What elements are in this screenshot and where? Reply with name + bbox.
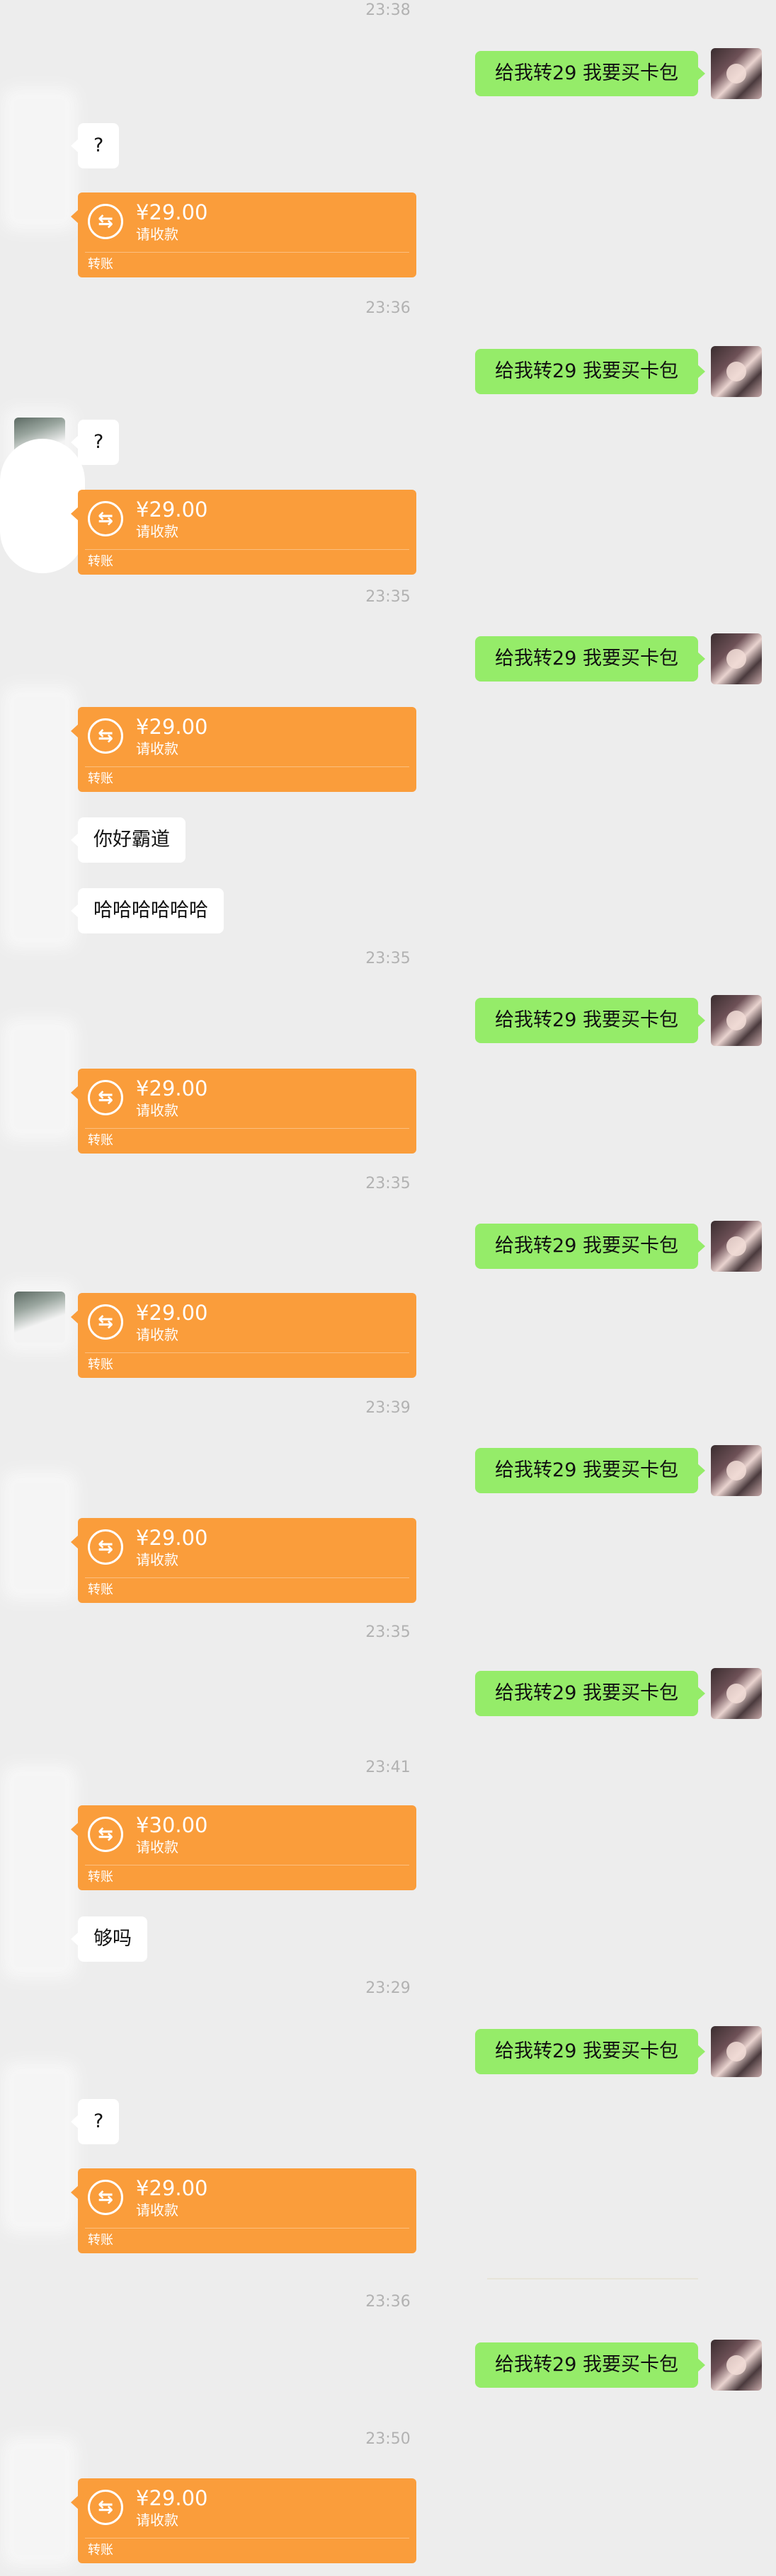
contact-avatar[interactable]	[14, 1292, 65, 1342]
user-avatar[interactable]	[711, 2026, 762, 2077]
transfer-amount: ¥29.00	[136, 1076, 208, 1100]
user-avatar[interactable]	[711, 48, 762, 99]
sent-message[interactable]: 给我转29 我要买卡包	[475, 998, 705, 1043]
contact-avatar[interactable]	[14, 2074, 65, 2222]
received-message[interactable]: ?	[70, 2099, 120, 2144]
transfer-status: 请收款	[136, 740, 178, 757]
transfer-amount: ¥29.00	[136, 715, 208, 739]
transfer-arrows-icon: ⇆	[88, 1529, 123, 1565]
sent-message[interactable]: 给我转29 我要买卡包	[475, 1671, 705, 1716]
timestamp: 23:39	[365, 1399, 411, 1417]
transfer-arrows-icon: ⇆	[88, 204, 123, 239]
divider	[85, 766, 409, 767]
timestamp: 23:50	[365, 2430, 411, 2448]
timestamp: 23:36	[365, 2293, 411, 2311]
transfer-card[interactable]: ⇆ ¥29.00 请收款 转账	[71, 490, 416, 575]
transfer-status: 请收款	[136, 1551, 178, 1568]
transfer-status: 请收款	[136, 1326, 178, 1343]
transfer-card[interactable]: ⇆ ¥29.00 请收款 转账	[71, 1069, 416, 1154]
transfer-label: 转账	[88, 771, 113, 786]
transfer-card[interactable]: ⇆ ¥29.00 请收款 转账	[71, 1293, 416, 1378]
user-avatar[interactable]	[711, 1445, 762, 1496]
sent-message[interactable]: 给我转29 我要买卡包	[475, 2342, 705, 2388]
received-message[interactable]: 你好霸道	[71, 817, 186, 863]
timestamp: 23:35	[365, 1175, 411, 1192]
timestamp: 23:41	[365, 1759, 411, 1776]
sent-message[interactable]: 给我转29 我要买卡包	[475, 51, 705, 96]
user-avatar[interactable]	[711, 1668, 762, 1719]
sent-message[interactable]: 给我转29 我要买卡包	[475, 1224, 705, 1269]
contact-avatar[interactable]	[14, 1030, 65, 1129]
timestamp: 23:38	[365, 1, 411, 19]
divider	[85, 1128, 409, 1129]
transfer-label: 转账	[88, 1870, 113, 1885]
transfer-amount: ¥29.00	[136, 498, 208, 522]
transfer-arrows-icon: ⇆	[88, 1080, 123, 1115]
timestamp: 23:36	[365, 299, 411, 317]
divider	[85, 549, 409, 550]
divider	[85, 1352, 409, 1353]
transfer-card[interactable]: ⇆ ¥29.00 请收款 转账	[71, 707, 416, 792]
transfer-card[interactable]: ⇆ ¥29.00 请收款 转账	[71, 2168, 416, 2253]
transfer-arrows-icon: ⇆	[88, 501, 123, 536]
sent-message[interactable]: 给我转29 我要买卡包	[475, 349, 705, 394]
user-avatar[interactable]	[711, 2340, 762, 2391]
transfer-amount: ¥30.00	[136, 1813, 208, 1837]
transfer-status: 请收款	[136, 1102, 178, 1119]
transfer-status: 请收款	[136, 2512, 178, 2529]
timestamp: 23:35	[365, 950, 411, 967]
timestamp: 23:29	[365, 1979, 411, 1997]
user-avatar[interactable]	[711, 346, 762, 397]
transfer-status: 请收款	[136, 2202, 178, 2219]
transfer-label: 转账	[88, 257, 113, 272]
divider	[85, 252, 409, 253]
received-message[interactable]: 够吗	[71, 1916, 147, 1962]
transfer-amount: ¥29.00	[136, 2176, 208, 2200]
transfer-card[interactable]: ⇆ ¥29.00 请收款 转账	[71, 1518, 416, 1603]
contact-avatar[interactable]	[14, 99, 65, 219]
transfer-arrows-icon: ⇆	[88, 2180, 123, 2215]
timestamp: 23:35	[365, 1623, 411, 1641]
user-avatar[interactable]	[711, 995, 762, 1046]
transfer-arrows-icon: ⇆	[88, 718, 123, 754]
timestamp: 23:35	[365, 588, 411, 606]
transfer-arrows-icon: ⇆	[88, 1304, 123, 1340]
transfer-amount: ¥29.00	[136, 1301, 208, 1325]
contact-avatar-blur	[0, 439, 85, 573]
transfer-arrows-icon: ⇆	[88, 2490, 123, 2525]
transfer-label: 转账	[88, 554, 113, 569]
transfer-label: 转账	[88, 2233, 113, 2248]
transfer-status: 请收款	[136, 226, 178, 243]
sent-message[interactable]: 给我转29 我要买卡包	[475, 1448, 705, 1493]
transfer-card[interactable]: ⇆ ¥29.00 请收款 转账	[71, 2478, 416, 2563]
divider	[85, 1577, 409, 1578]
received-message[interactable]: ?	[70, 420, 120, 465]
transfer-card[interactable]: ⇆ ¥29.00 请收款 转账	[71, 192, 416, 277]
transfer-arrows-icon: ⇆	[88, 1817, 123, 1852]
contact-avatar[interactable]	[14, 1776, 65, 1967]
sent-message[interactable]: 给我转29 我要买卡包	[475, 636, 705, 682]
transfer-label: 转账	[88, 2543, 113, 2558]
transfer-status: 请收款	[136, 1839, 178, 1856]
contact-avatar[interactable]	[14, 2449, 65, 2555]
transfer-label: 转账	[88, 1133, 113, 1148]
transfer-label: 转账	[88, 1582, 113, 1597]
user-avatar[interactable]	[711, 633, 762, 684]
received-message[interactable]: 哈哈哈哈哈哈	[71, 888, 224, 933]
transfer-amount: ¥29.00	[136, 200, 208, 224]
transfer-status: 请收款	[136, 523, 178, 540]
transfer-amount: ¥29.00	[136, 1526, 208, 1550]
transfer-amount: ¥29.00	[136, 2486, 208, 2510]
sent-message[interactable]: 给我转29 我要买卡包	[475, 2029, 705, 2074]
contact-avatar[interactable]	[14, 1483, 65, 1589]
received-message[interactable]: ?	[70, 123, 120, 168]
user-avatar[interactable]	[711, 1221, 762, 1272]
transfer-label: 转账	[88, 1357, 113, 1372]
contact-avatar[interactable]	[14, 697, 65, 938]
divider	[487, 2278, 698, 2279]
divider	[85, 2228, 409, 2229]
transfer-card[interactable]: ⇆ ¥30.00 请收款 转账	[71, 1805, 416, 1890]
